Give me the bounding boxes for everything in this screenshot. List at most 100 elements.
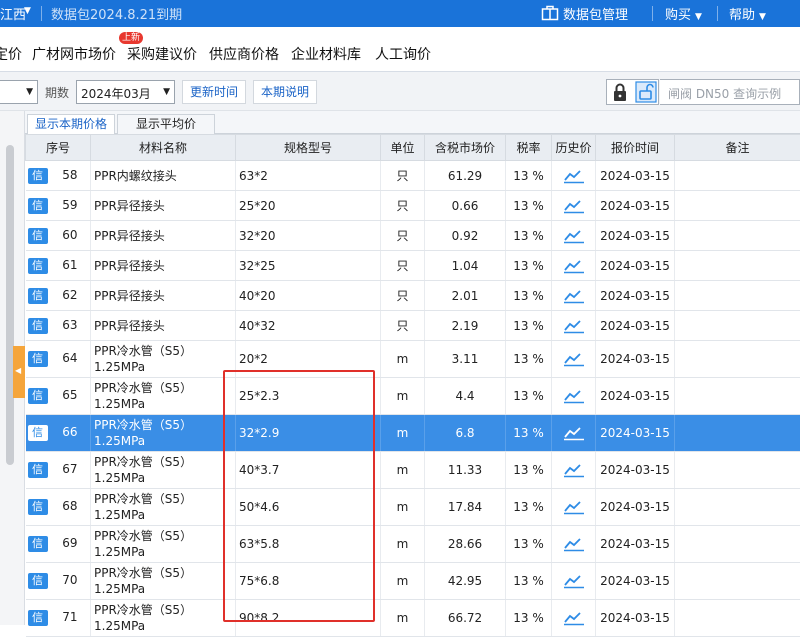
credit-badge[interactable]: 信	[28, 168, 48, 184]
spec-model: 20*2	[236, 341, 381, 378]
header-price[interactable]: 含税市场价	[425, 135, 506, 161]
history-price-cell[interactable]	[552, 341, 596, 378]
header-date[interactable]: 报价时间	[596, 135, 675, 161]
table-row[interactable]: 信69PPR冷水管（S5）1.25MPa63*5.8m28.6613 %2024…	[26, 526, 800, 563]
material-name: PPR冷水管（S5）1.25MPa	[91, 600, 236, 637]
table-row[interactable]: 信70PPR冷水管（S5）1.25MPa75*6.8m42.9513 %2024…	[26, 563, 800, 600]
header-unit[interactable]: 单位	[381, 135, 425, 161]
market-price: 2.01	[425, 281, 506, 311]
table-row[interactable]: 信65PPR冷水管（S5）1.25MPa25*2.3m4.413 %2024-0…	[26, 378, 800, 415]
trend-chart-icon[interactable]	[552, 425, 595, 441]
table-row[interactable]: 信60PPR异径接头32*20只0.9213 %2024-03-15	[26, 221, 800, 251]
credit-badge[interactable]: 信	[28, 351, 48, 367]
nav-item-pricing[interactable]: 定价	[0, 44, 22, 64]
category-select[interactable]: ▼	[0, 80, 38, 104]
history-price-cell[interactable]	[552, 563, 596, 600]
credit-badge[interactable]: 信	[28, 388, 48, 404]
header-tax[interactable]: 税率	[506, 135, 552, 161]
credit-badge[interactable]: 信	[28, 425, 48, 441]
credit-badge[interactable]: 信	[28, 318, 48, 334]
header-name[interactable]: 材料名称	[91, 135, 236, 161]
trend-chart-icon[interactable]	[552, 499, 595, 515]
table-row[interactable]: 信66PPR冷水管（S5）1.25MPa32*2.9m6.813 %2024-0…	[26, 415, 800, 452]
unit: 只	[381, 311, 425, 341]
credit-badge[interactable]: 信	[28, 258, 48, 274]
market-price: 0.66	[425, 191, 506, 221]
history-price-cell[interactable]	[552, 161, 596, 191]
credit-badge[interactable]: 信	[28, 536, 48, 552]
credit-badge[interactable]: 信	[28, 288, 48, 304]
nav-item-purchase-advice[interactable]: 采购建议价	[127, 44, 197, 64]
history-price-cell[interactable]	[552, 415, 596, 452]
credit-badge[interactable]: 信	[28, 573, 48, 589]
nav-item-supplier-price[interactable]: 供应商价格	[209, 44, 279, 64]
buy-menu[interactable]: 购买▼	[665, 4, 702, 23]
seq-number: 63	[48, 318, 78, 332]
history-price-cell[interactable]	[552, 378, 596, 415]
table-row[interactable]: 信61PPR异径接头32*25只1.0413 %2024-03-15	[26, 251, 800, 281]
trend-chart-icon[interactable]	[552, 228, 595, 244]
search-input[interactable]: 闸阀 DN50 查询示例	[660, 79, 800, 105]
update-time-button[interactable]: 更新时间	[182, 80, 246, 104]
credit-badge[interactable]: 信	[28, 198, 48, 214]
credit-badge[interactable]: 信	[28, 610, 48, 626]
history-price-cell[interactable]	[552, 191, 596, 221]
seq-number: 68	[48, 499, 78, 513]
chevron-down-icon[interactable]: ▼	[24, 6, 31, 16]
history-price-cell[interactable]	[552, 221, 596, 251]
nav-item-manual-inquiry[interactable]: 人工询价	[375, 44, 431, 64]
history-price-cell[interactable]	[552, 600, 596, 637]
table-row[interactable]: 信71PPR冷水管（S5）1.25MPa90*8.2m66.7213 %2024…	[26, 600, 800, 637]
table-row[interactable]: 信67PPR冷水管（S5）1.25MPa40*3.7m11.3313 %2024…	[26, 452, 800, 489]
history-price-cell[interactable]	[552, 281, 596, 311]
help-menu[interactable]: 帮助▼	[729, 4, 766, 23]
remark	[675, 341, 800, 378]
region-selector[interactable]: 江西	[0, 4, 26, 23]
tab-average-price[interactable]: 显示平均价	[117, 114, 215, 134]
history-price-cell[interactable]	[552, 251, 596, 281]
vertical-scrollbar[interactable]	[6, 145, 14, 465]
trend-chart-icon[interactable]	[552, 168, 595, 184]
credit-badge[interactable]: 信	[28, 499, 48, 515]
header-spec[interactable]: 规格型号	[236, 135, 381, 161]
table-row[interactable]: 信64PPR冷水管（S5）1.25MPa20*2m3.1113 %2024-03…	[26, 341, 800, 378]
trend-chart-icon[interactable]	[552, 536, 595, 552]
seq-cell: 信68	[26, 489, 91, 526]
gift-icon[interactable]	[541, 4, 559, 21]
material-name: PPR冷水管（S5）1.25MPa	[91, 378, 236, 415]
unlock-icon[interactable]	[635, 81, 657, 103]
lock-toggle[interactable]	[606, 79, 659, 105]
header-remark[interactable]: 备注	[675, 135, 800, 161]
package-manage-button[interactable]: 数据包管理	[563, 4, 628, 23]
tab-current-price[interactable]: 显示本期价格	[27, 114, 115, 134]
history-price-cell[interactable]	[552, 452, 596, 489]
lock-icon[interactable]	[611, 83, 629, 102]
trend-chart-icon[interactable]	[552, 610, 595, 626]
trend-chart-icon[interactable]	[552, 198, 595, 214]
table-row[interactable]: 信63PPR异径接头40*32只2.1913 %2024-03-15	[26, 311, 800, 341]
history-price-cell[interactable]	[552, 489, 596, 526]
period-select[interactable]: 2024年03月 ▼	[76, 80, 175, 104]
credit-badge[interactable]: 信	[28, 228, 48, 244]
remark	[675, 526, 800, 563]
credit-badge[interactable]: 信	[28, 462, 48, 478]
trend-chart-icon[interactable]	[552, 388, 595, 404]
trend-chart-icon[interactable]	[552, 288, 595, 304]
trend-chart-icon[interactable]	[552, 318, 595, 334]
table-row[interactable]: 信58PPR内螺纹接头63*2只61.2913 %2024-03-15	[26, 161, 800, 191]
collapse-panel-handle[interactable]: ◀	[13, 346, 25, 398]
history-price-cell[interactable]	[552, 526, 596, 563]
trend-chart-icon[interactable]	[552, 573, 595, 589]
nav-item-enterprise-library[interactable]: 企业材料库	[291, 44, 361, 64]
table-row[interactable]: 信68PPR冷水管（S5）1.25MPa50*4.6m17.8413 %2024…	[26, 489, 800, 526]
header-history[interactable]: 历史价	[552, 135, 596, 161]
trend-chart-icon[interactable]	[552, 258, 595, 274]
trend-chart-icon[interactable]	[552, 351, 595, 367]
nav-item-market-price[interactable]: 广材网市场价	[32, 44, 116, 64]
trend-chart-icon[interactable]	[552, 462, 595, 478]
table-row[interactable]: 信62PPR异径接头40*20只2.0113 %2024-03-15	[26, 281, 800, 311]
table-row[interactable]: 信59PPR异径接头25*20只0.6613 %2024-03-15	[26, 191, 800, 221]
period-notes-button[interactable]: 本期说明	[253, 80, 317, 104]
history-price-cell[interactable]	[552, 311, 596, 341]
header-seq[interactable]: 序号	[26, 135, 91, 161]
